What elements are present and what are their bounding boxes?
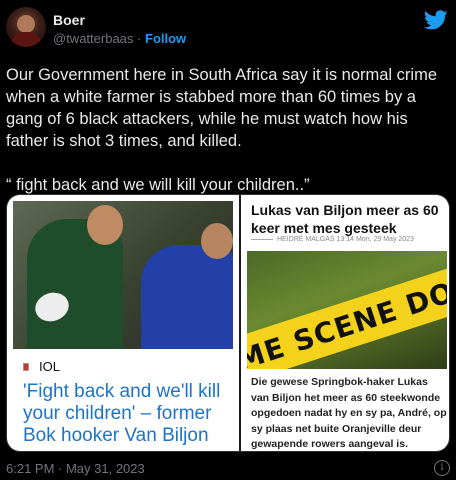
twitter-bird-icon[interactable] — [424, 8, 448, 32]
article-byline: HEIDRÉ MALGAS 13:14 Mon, 29 May 2023 — [251, 236, 414, 243]
tape-text: CRIME SCENE DO NOT — [247, 251, 447, 369]
tweet-paragraph: Our Government here in South Africa say … — [6, 66, 437, 150]
crime-scene-photo[interactable]: CRIME SCENE DO NOT — [247, 251, 447, 369]
article-title-right[interactable]: Lukas van Biljon meer as 60 keer met mes… — [251, 201, 447, 237]
timestamp[interactable]: 6:21 PM · May 31, 2023 — [6, 461, 145, 476]
avatar[interactable] — [6, 7, 46, 47]
rugby-photo[interactable] — [13, 201, 233, 349]
article-card-left[interactable]: IOL 'Fight back and we'll kill your chil… — [7, 195, 239, 451]
separator: · — [137, 31, 142, 46]
player-head — [87, 205, 123, 245]
tweet-header: Boer @twatterbaas · Follow — [0, 0, 456, 56]
follow-button[interactable]: Follow — [145, 31, 186, 46]
author-handle-row: @twatterbaas · Follow — [53, 31, 186, 46]
article-card-right[interactable]: Lukas van Biljon meer as 60 keer met mes… — [241, 195, 449, 451]
info-icon[interactable]: i — [434, 460, 450, 476]
author-handle[interactable]: @twatterbaas — [53, 31, 133, 46]
iol-flag-icon — [23, 362, 29, 371]
article-source: IOL — [23, 359, 60, 374]
source-label: IOL — [39, 359, 60, 374]
byline-text: HEIDRÉ MALGAS 13:14 Mon, 29 May 2023 — [277, 236, 414, 243]
player-blue-jersey — [141, 245, 233, 349]
media-card[interactable]: IOL 'Fight back and we'll kill your chil… — [6, 194, 450, 452]
crime-scene-tape: CRIME SCENE DO NOT — [247, 251, 447, 369]
article-title-left[interactable]: 'Fight back and we'll kill your children… — [23, 381, 235, 447]
author-name[interactable]: Boer — [53, 12, 85, 28]
article-body: Die gewese Springbok-haker Lukas van Bil… — [251, 376, 447, 450]
byline-rule — [251, 239, 273, 240]
avatar-face — [17, 15, 35, 33]
tweet-paragraph: “ fight back and we will kill your child… — [6, 176, 310, 194]
avatar-body — [11, 32, 41, 47]
player-head — [201, 223, 233, 259]
